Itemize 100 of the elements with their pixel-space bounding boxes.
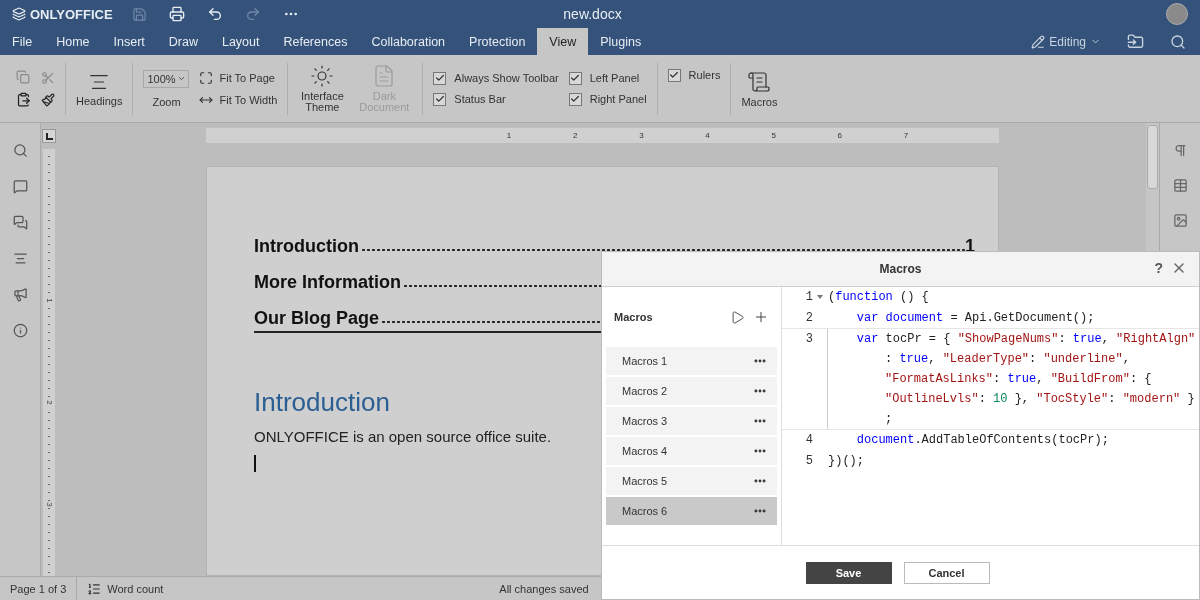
undo-icon[interactable] <box>207 6 223 22</box>
text-cursor <box>254 455 256 472</box>
paste-icon[interactable] <box>16 92 31 107</box>
add-icon[interactable] <box>753 309 769 325</box>
document-title: new.docx <box>563 6 622 22</box>
ruler-number: 1 <box>506 131 512 140</box>
line-number: 3 <box>804 331 813 348</box>
navigation-icon[interactable] <box>12 251 28 266</box>
checkbox[interactable] <box>568 71 582 85</box>
ruler-number: 2 <box>44 399 54 406</box>
folder-icon[interactable] <box>1127 33 1144 50</box>
caret-icon <box>176 74 186 83</box>
fit-to-page-button[interactable]: Fit To Page <box>199 70 278 85</box>
pencil-icon <box>1031 34 1046 49</box>
macros-button[interactable]: Macros <box>741 69 778 108</box>
macro-item[interactable]: Macros 4 <box>606 437 777 465</box>
line-number: 5 <box>804 453 813 470</box>
menu-tab[interactable]: Insert <box>101 28 157 55</box>
menu-tab[interactable]: Collaboration <box>359 28 458 55</box>
code-line: })(); <box>828 453 865 470</box>
checkbox-label: Left Panel <box>589 72 640 84</box>
document-heading: Introduction <box>254 387 390 418</box>
menu-tab[interactable]: File <box>0 28 45 55</box>
line-number: 1 <box>804 289 813 306</box>
image-icon[interactable] <box>1172 213 1188 228</box>
format-painter-icon[interactable] <box>41 92 55 107</box>
paragraph-icon[interactable] <box>1172 143 1188 158</box>
search-icon[interactable] <box>12 143 28 158</box>
play-icon[interactable] <box>730 309 745 325</box>
macro-item[interactable]: Macros 6 <box>606 497 777 525</box>
code-line: "OutlineLvls": 10 }, "TocStyle": "modern" } <box>884 391 1196 408</box>
menu-tab[interactable]: View <box>537 28 589 55</box>
checkbox[interactable] <box>667 68 681 82</box>
checkbox-row[interactable]: Status Bar <box>433 92 559 106</box>
word-count-icon <box>87 581 102 596</box>
line-number: 4 <box>804 432 813 449</box>
macro-name: Macros 5 <box>622 475 668 487</box>
ruler-number: 2 <box>573 131 578 140</box>
menu-tab[interactable]: Draw <box>156 28 210 55</box>
app-logo: ONLYOFFICE <box>30 6 113 22</box>
macro-item[interactable]: Macros 2 <box>606 377 777 405</box>
macro-item[interactable]: Macros 1 <box>606 347 777 375</box>
macro-name: Macros 4 <box>622 445 668 457</box>
menu-tab[interactable]: Plugins <box>588 28 654 55</box>
info-icon[interactable] <box>12 323 28 338</box>
megaphone-icon[interactable] <box>12 287 28 302</box>
theme-label: Interface Theme <box>299 91 345 113</box>
search-icon[interactable] <box>1170 33 1186 50</box>
macro-item[interactable]: Macros 5 <box>606 467 777 495</box>
menu-tab[interactable]: Home <box>44 28 102 55</box>
fit-page-label: Fit To Page <box>219 71 275 84</box>
macro-item[interactable]: Macros 3 <box>606 407 777 435</box>
fold-caret-icon[interactable] <box>817 295 823 299</box>
macro-name: Macros 6 <box>622 505 668 517</box>
cancel-button[interactable]: Cancel <box>903 561 990 584</box>
code-line: ; <box>884 411 894 428</box>
fit-to-width-button[interactable]: Fit To Width <box>199 92 278 107</box>
fit-width-label: Fit To Width <box>219 93 278 106</box>
checkbox-row[interactable]: Rulers <box>667 68 721 82</box>
page-counter: Page 1 of 3 <box>9 582 68 595</box>
checkbox-row[interactable]: Always Show Toolbar <box>433 71 559 85</box>
interface-theme-button[interactable]: Interface Theme <box>298 64 347 113</box>
save-button[interactable]: Save <box>805 561 892 584</box>
comment-icon[interactable] <box>12 179 28 194</box>
menu-tab[interactable]: References <box>271 28 360 55</box>
checkbox-label: Rulers <box>688 69 721 81</box>
code-line: "FormatAsLinks": true, "BuildFrom": { <box>884 371 1153 388</box>
ruler-number: 7 <box>903 131 909 140</box>
scrollbar-thumb[interactable] <box>1147 125 1158 189</box>
checkbox-row[interactable]: Left Panel <box>568 71 647 85</box>
macro-name: Macros 2 <box>622 385 668 397</box>
check-icon <box>434 73 445 83</box>
check-icon <box>570 73 581 83</box>
ruler-number: 3 <box>44 501 54 509</box>
checkbox-label: Always Show Toolbar <box>454 72 559 84</box>
macro-name: Macros 3 <box>622 415 668 427</box>
editing-mode-button[interactable]: Editing <box>1031 34 1101 49</box>
checkbox-row[interactable]: Right Panel <box>568 92 647 106</box>
scroll-icon <box>747 69 772 94</box>
headings-button[interactable]: Headings <box>76 70 123 107</box>
chat-icon[interactable] <box>12 215 28 230</box>
help-button[interactable]: ? <box>1154 260 1163 276</box>
ruler-number: 6 <box>837 131 842 140</box>
tab-stop-icon[interactable] <box>42 129 56 143</box>
list-title: Macros <box>614 311 653 323</box>
ruler-number: 1 <box>44 296 54 304</box>
word-count-button[interactable]: Word count <box>76 577 174 600</box>
menu-tab[interactable]: Layout <box>209 28 272 55</box>
table-icon[interactable] <box>1172 178 1188 193</box>
checkbox[interactable] <box>433 92 447 106</box>
checkbox[interactable] <box>568 92 582 106</box>
macro-name: Macros 1 <box>622 355 668 367</box>
checkbox-label: Right Panel <box>589 93 647 105</box>
menu-tab[interactable]: Protection <box>457 28 538 55</box>
zoom-field[interactable]: 100% <box>143 69 190 88</box>
code-line: document.AddTableOfContents(tocPr); <box>855 432 1110 449</box>
print-icon[interactable] <box>169 6 185 22</box>
checkbox[interactable] <box>433 71 447 85</box>
mode-label: Editing <box>1049 34 1086 49</box>
user-avatar[interactable] <box>1166 3 1188 25</box>
